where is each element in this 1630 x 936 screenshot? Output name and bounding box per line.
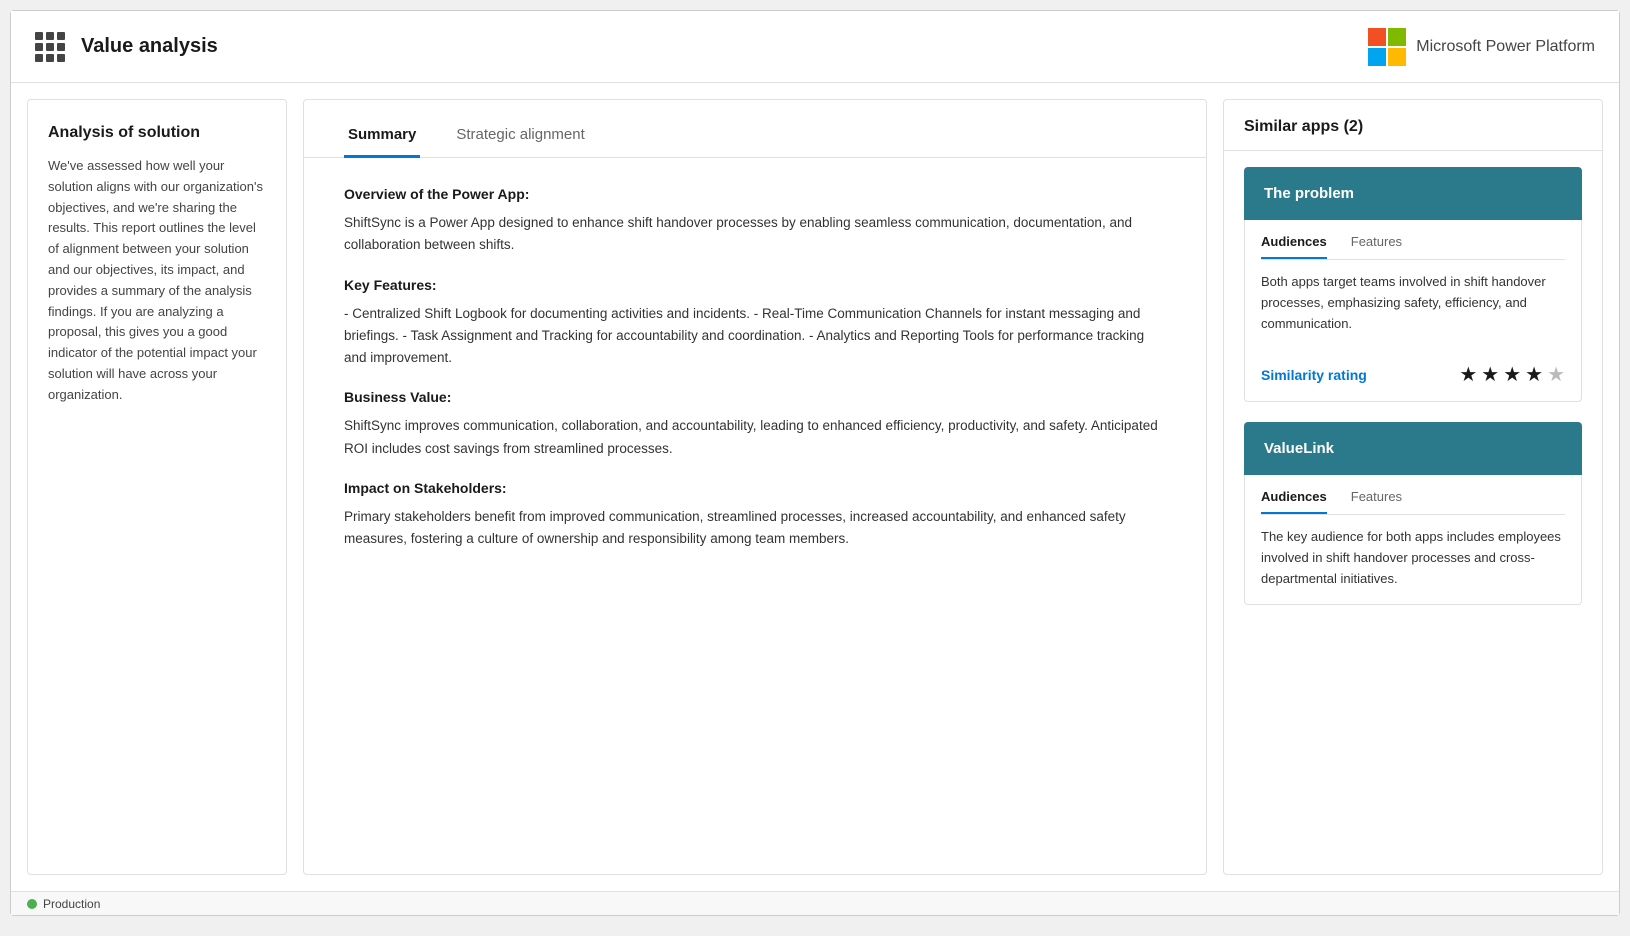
center-content: Overview of the Power App: ShiftSync is … bbox=[304, 158, 1206, 874]
app-card-2: ValueLink Audiences Features The key aud… bbox=[1244, 422, 1582, 604]
app-card-1-tab-features[interactable]: Features bbox=[1351, 234, 1402, 259]
status-dot bbox=[27, 899, 37, 909]
waffle-dot bbox=[35, 43, 43, 51]
tab-summary[interactable]: Summary bbox=[344, 116, 420, 158]
app-card-1-similarity: Similarity rating ★ ★ ★ ★ ★ bbox=[1261, 352, 1565, 387]
similar-apps-title: Similar apps (2) bbox=[1244, 118, 1582, 136]
app-card-1-title: The problem bbox=[1264, 185, 1562, 202]
section-text-business: ShiftSync improves communication, collab… bbox=[344, 415, 1166, 460]
app-card-2-tab-features[interactable]: Features bbox=[1351, 489, 1402, 514]
section-heading-business: Business Value: bbox=[344, 389, 1166, 405]
waffle-icon[interactable] bbox=[35, 32, 65, 62]
microsoft-logo bbox=[1368, 28, 1406, 66]
center-panel: Summary Strategic alignment Overview of … bbox=[303, 99, 1207, 875]
star-1-2: ★ bbox=[1481, 362, 1499, 387]
waffle-dot bbox=[35, 54, 43, 62]
waffle-dot bbox=[46, 54, 54, 62]
section-text-overview: ShiftSync is a Power App designed to enh… bbox=[344, 212, 1166, 257]
app-card-1-tabs: Audiences Features bbox=[1261, 234, 1565, 260]
app-card-1: The problem Audiences Features Both apps… bbox=[1244, 167, 1582, 402]
app-card-2-tabs: Audiences Features bbox=[1261, 489, 1565, 515]
section-text-features: - Centralized Shift Logbook for document… bbox=[344, 303, 1166, 370]
page-title: Value analysis bbox=[81, 35, 218, 58]
app-card-2-description: The key audience for both apps includes … bbox=[1261, 527, 1565, 589]
waffle-dot bbox=[46, 43, 54, 51]
app-card-2-tab-audiences[interactable]: Audiences bbox=[1261, 489, 1327, 514]
star-1-1: ★ bbox=[1459, 362, 1477, 387]
tab-strategic-alignment[interactable]: Strategic alignment bbox=[452, 116, 588, 158]
tabs-bar: Summary Strategic alignment bbox=[304, 100, 1206, 158]
section-heading-features: Key Features: bbox=[344, 277, 1166, 293]
left-panel-title: Analysis of solution bbox=[48, 124, 266, 142]
status-bar: Production bbox=[11, 891, 1619, 915]
app-card-2-title: ValueLink bbox=[1264, 440, 1562, 457]
right-panel: Similar apps (2) The problem Audiences F… bbox=[1223, 99, 1603, 875]
app-card-1-tab-audiences[interactable]: Audiences bbox=[1261, 234, 1327, 259]
section-heading-stakeholders: Impact on Stakeholders: bbox=[344, 480, 1166, 496]
app-card-1-header: The problem bbox=[1244, 167, 1582, 220]
app-card-2-header: ValueLink bbox=[1244, 422, 1582, 475]
left-panel-text: We've assessed how well your solution al… bbox=[48, 156, 266, 406]
app-card-2-body: Audiences Features The key audience for … bbox=[1244, 475, 1582, 604]
main-content: Analysis of solution We've assessed how … bbox=[11, 83, 1619, 891]
status-text: Production bbox=[43, 897, 100, 911]
header-left: Value analysis bbox=[35, 32, 218, 62]
ms-yellow-square bbox=[1388, 48, 1406, 66]
app-card-1-body: Audiences Features Both apps target team… bbox=[1244, 220, 1582, 402]
app-frame: Value analysis Microsoft Power Platform … bbox=[10, 10, 1620, 916]
waffle-dot bbox=[57, 54, 65, 62]
waffle-dot bbox=[35, 32, 43, 40]
left-panel: Analysis of solution We've assessed how … bbox=[27, 99, 287, 875]
waffle-dot bbox=[57, 43, 65, 51]
star-1-4: ★ bbox=[1525, 362, 1543, 387]
stars-1: ★ ★ ★ ★ ★ bbox=[1459, 362, 1565, 387]
right-panel-header: Similar apps (2) bbox=[1224, 100, 1602, 151]
star-1-3: ★ bbox=[1503, 362, 1521, 387]
ms-blue-square bbox=[1368, 48, 1386, 66]
section-heading-overview: Overview of the Power App: bbox=[344, 186, 1166, 202]
section-text-stakeholders: Primary stakeholders benefit from improv… bbox=[344, 506, 1166, 551]
app-card-1-description: Both apps target teams involved in shift… bbox=[1261, 272, 1565, 334]
header: Value analysis Microsoft Power Platform bbox=[11, 11, 1619, 83]
ms-green-square bbox=[1388, 28, 1406, 46]
star-1-5: ★ bbox=[1547, 362, 1565, 387]
ms-red-square bbox=[1368, 28, 1386, 46]
similarity-label-1: Similarity rating bbox=[1261, 367, 1367, 383]
waffle-dot bbox=[46, 32, 54, 40]
header-right: Microsoft Power Platform bbox=[1368, 28, 1595, 66]
microsoft-label: Microsoft Power Platform bbox=[1416, 38, 1595, 56]
waffle-dot bbox=[57, 32, 65, 40]
right-panel-body: The problem Audiences Features Both apps… bbox=[1224, 151, 1602, 874]
